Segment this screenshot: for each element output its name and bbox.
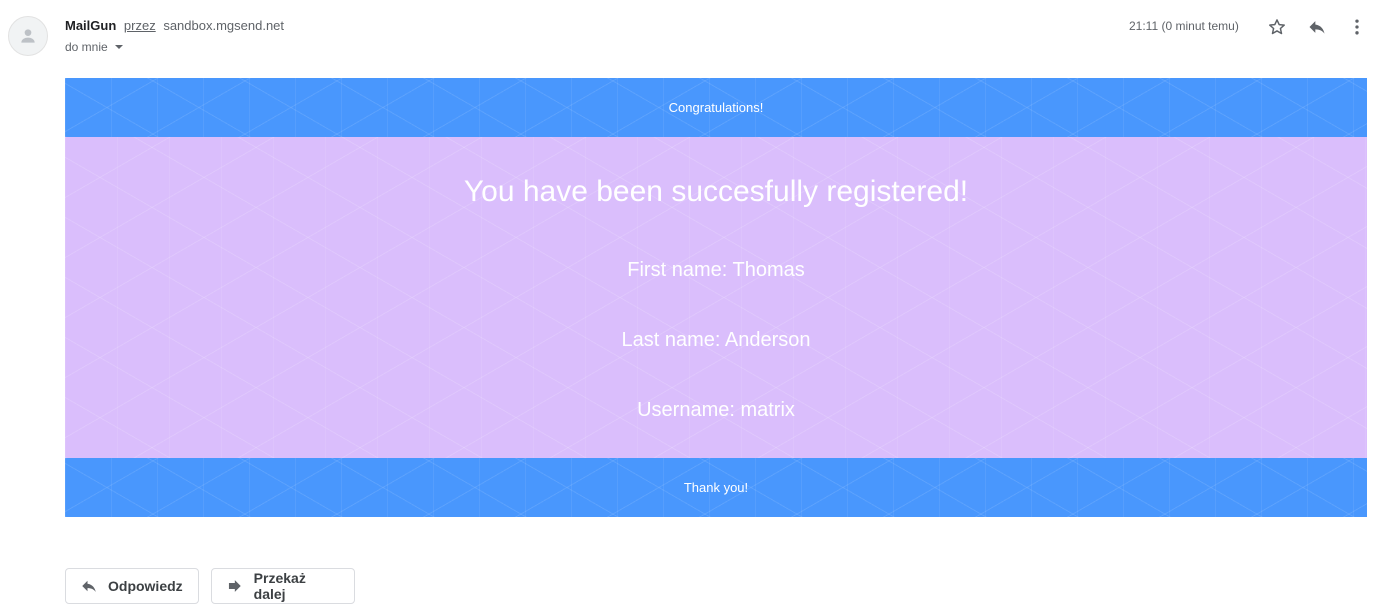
registration-content: You have been succesfully registered! Fi… [65, 137, 1367, 458]
reply-action-button[interactable]: Odpowiedz [65, 568, 199, 604]
first-name-field: First name: Thomas [627, 259, 805, 281]
congratulations-banner: Congratulations! [65, 78, 1367, 137]
recipient-details-toggle[interactable]: do mnie [65, 40, 124, 54]
reply-icon [1309, 21, 1325, 34]
star-icon [1269, 19, 1285, 35]
timestamp: 21:11 (0 minut temu) [1129, 19, 1239, 33]
last-name-field: Last name: Anderson [621, 329, 811, 351]
sender-line: MailGun przez sandbox.mgsend.net [65, 18, 284, 34]
star-button[interactable] [1264, 14, 1290, 40]
forward-icon [228, 580, 241, 592]
reply-action-label: Odpowiedz [108, 578, 183, 594]
banner-top-text: Congratulations! [668, 100, 764, 115]
reply-icon [82, 580, 96, 592]
person-icon [21, 29, 35, 43]
username-field: Username: matrix [637, 399, 795, 421]
recipient-label: do mnie [65, 40, 108, 54]
thank-you-banner: Thank you! [65, 458, 1367, 517]
registration-headline: You have been succesfully registered! [463, 175, 969, 208]
sender-domain: sandbox.mgsend.net [163, 18, 285, 33]
more-vert-icon [1355, 19, 1359, 35]
more-options-button[interactable] [1344, 14, 1370, 40]
sender-name[interactable]: MailGun [65, 18, 116, 33]
caret-down-icon [114, 45, 123, 49]
sender-avatar[interactable] [8, 16, 48, 56]
forward-action-label: Przekaż dalej [253, 570, 306, 602]
via-label[interactable]: przez [124, 18, 156, 33]
reply-button[interactable] [1304, 14, 1330, 40]
banner-bottom-text: Thank you! [683, 480, 749, 495]
forward-action-button[interactable]: Przekaż dalej [211, 568, 355, 604]
